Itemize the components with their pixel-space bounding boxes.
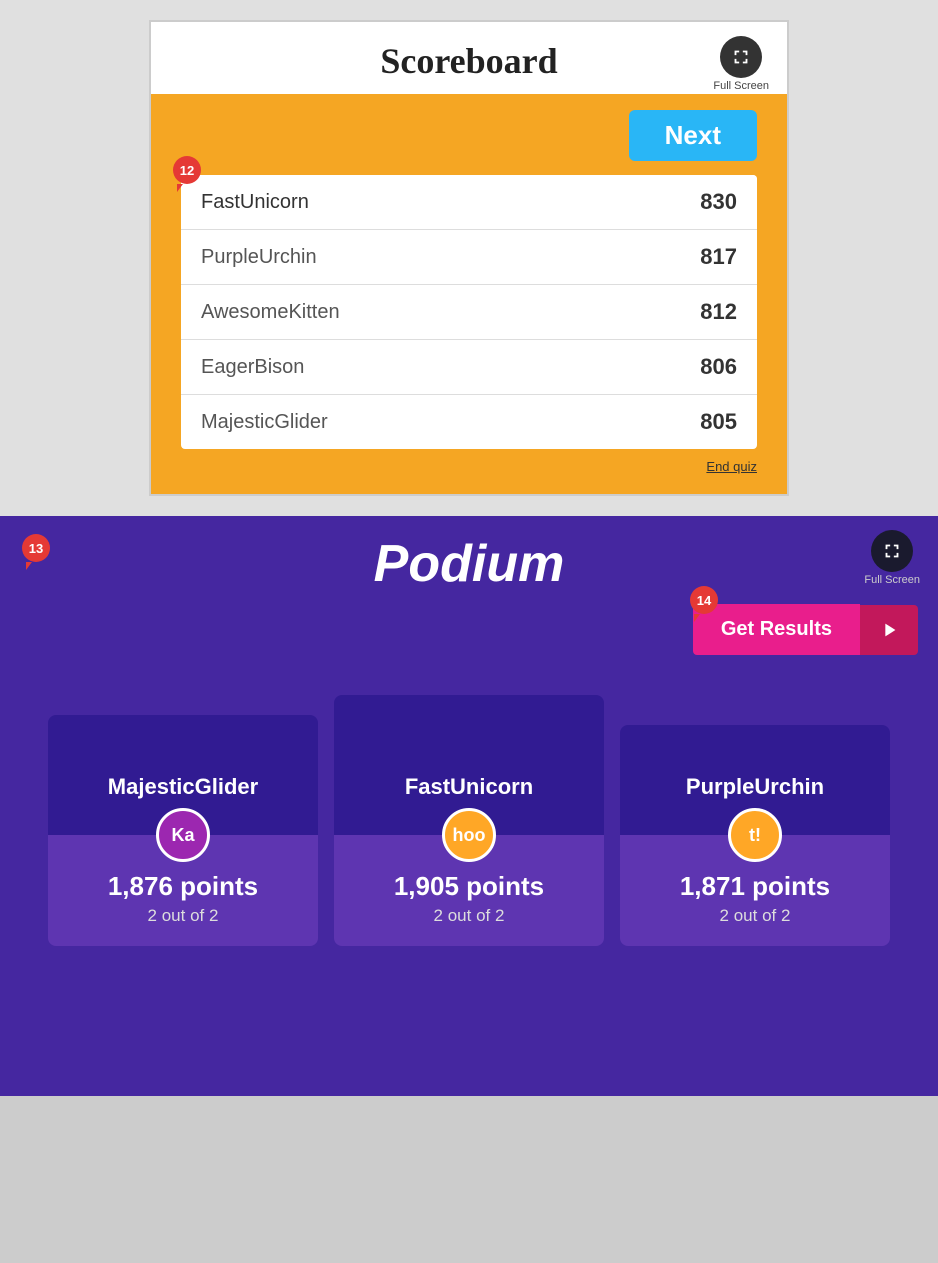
podium-points-value-1st: 1,905 [394, 871, 459, 901]
podium-card-header-3rd: MajesticGlider Ka [48, 715, 318, 835]
badge-13: 13 [22, 534, 50, 562]
podium-card-1st: FastUnicorn hoo 1,905 points 2 out of 2 [334, 695, 604, 946]
avatar-text-1st: hoo [453, 825, 486, 846]
scoreboard-body: 12 Next FastUnicorn 830 PurpleUrchin 817… [151, 94, 787, 494]
score-points-4: 806 [700, 354, 737, 380]
end-quiz-row: End quiz [181, 459, 757, 474]
score-points-2: 817 [700, 244, 737, 270]
podium-points-value-2nd: 1,871 [680, 871, 745, 901]
score-name-4: EagerBison [201, 356, 304, 379]
next-btn-row: Next [181, 110, 757, 161]
podium-card-2nd: PurpleUrchin t! 1,871 points 2 out of 2 [620, 725, 890, 946]
fullscreen-svg-icon [730, 46, 752, 68]
fullscreen-button-scoreboard[interactable]: Full Screen [713, 36, 769, 92]
scoreboard-section: Scoreboard Full Screen 12 Next [0, 0, 938, 516]
score-row-2: PurpleUrchin 817 [181, 230, 757, 285]
score-row-1: FastUnicorn 830 [181, 175, 757, 230]
score-row-3: AwesomeKitten 812 [181, 285, 757, 340]
score-points-1: 830 [700, 189, 737, 215]
avatar-text-2nd: t! [749, 825, 761, 846]
get-results-button[interactable]: Get Results [693, 604, 860, 655]
fullscreen-label-podium: Full Screen [864, 574, 920, 586]
podium-points-value-3rd: 1,876 [108, 871, 173, 901]
score-name-2: PurpleUrchin [201, 246, 317, 269]
podium-out-of-2nd: 2 out of 2 [634, 906, 876, 926]
scoreboard-title: Scoreboard [380, 40, 557, 82]
badge-12: 12 [173, 156, 201, 184]
podium-name-1st: FastUnicorn [405, 774, 533, 800]
podium-cards: MajesticGlider Ka 1,876 points 2 out of … [0, 695, 938, 946]
scoreboard-panel: Scoreboard Full Screen 12 Next [149, 20, 789, 496]
avatar-2nd: t! [728, 808, 782, 862]
fullscreen-label-scoreboard: Full Screen [713, 80, 769, 92]
score-points-5: 805 [700, 409, 737, 435]
scoreboard-header: Scoreboard Full Screen [151, 22, 787, 94]
fullscreen-icon [720, 36, 762, 78]
podium-points-3rd: 1,876 points [62, 871, 304, 902]
badge-14: 14 [690, 586, 718, 614]
podium-top-bar: 13 Podium Full Screen [0, 516, 938, 604]
score-row-4: EagerBison 806 [181, 340, 757, 395]
avatar-1st: hoo [442, 808, 496, 862]
avatar-text-3rd: Ka [171, 825, 194, 846]
avatar-3rd: Ka [156, 808, 210, 862]
podium-title: Podium [374, 534, 565, 594]
end-quiz-link[interactable]: End quiz [706, 459, 757, 474]
next-button[interactable]: Next [629, 110, 757, 161]
podium-points-2nd: 1,871 points [634, 871, 876, 902]
podium-points-1st: 1,905 points [348, 871, 590, 902]
score-name-3: AwesomeKitten [201, 301, 340, 324]
podium-card-header-2nd: PurpleUrchin t! [620, 725, 890, 835]
get-results-row: 14 Get Results [0, 604, 938, 675]
podium-name-3rd: MajesticGlider [108, 774, 258, 800]
fullscreen-icon-podium [871, 530, 913, 572]
podium-out-of-1st: 2 out of 2 [348, 906, 590, 926]
fullscreen-svg-icon-podium [881, 540, 903, 562]
score-points-3: 812 [700, 299, 737, 325]
get-results-arrow-button[interactable] [860, 605, 918, 655]
podium-card-3rd: MajesticGlider Ka 1,876 points 2 out of … [48, 715, 318, 946]
score-row-5: MajesticGlider 805 [181, 395, 757, 449]
score-name-1: FastUnicorn [201, 191, 309, 214]
fullscreen-button-podium[interactable]: Full Screen [864, 530, 920, 586]
arrow-right-icon [878, 619, 900, 641]
podium-section: 13 Podium Full Screen 14 Get Results Maj… [0, 516, 938, 1096]
score-name-5: MajesticGlider [201, 411, 328, 434]
podium-out-of-3rd: 2 out of 2 [62, 906, 304, 926]
scoreboard-table: FastUnicorn 830 PurpleUrchin 817 Awesome… [181, 175, 757, 449]
podium-name-2nd: PurpleUrchin [686, 774, 824, 800]
podium-card-header-1st: FastUnicorn hoo [334, 695, 604, 835]
